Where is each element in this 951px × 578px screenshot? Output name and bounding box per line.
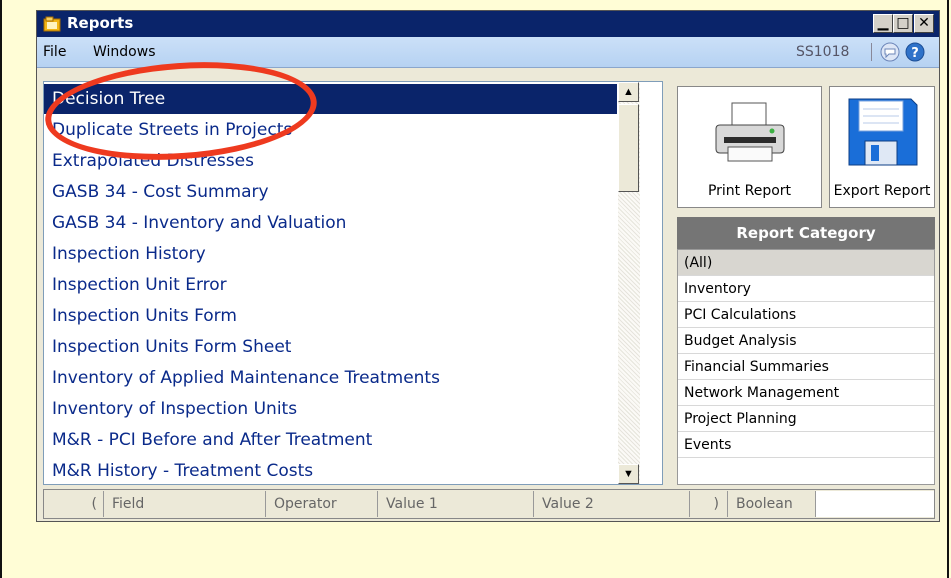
print-report-label: Print Report — [707, 183, 792, 199]
category-item-pci-calculations[interactable]: PCI Calculations — [678, 302, 934, 328]
menu-bar: File Windows SS1018 ? — [37, 37, 939, 68]
report-item-applied-maintenance[interactable]: Inventory of Applied Maintenance Treatme… — [44, 363, 617, 393]
report-item-inspection-units-form[interactable]: Inspection Units Form — [44, 301, 617, 331]
filter-bar: ( Field Operator Value 1 Value 2 ) Boole… — [43, 489, 935, 519]
report-item-inspection-unit-error[interactable]: Inspection Unit Error — [44, 270, 617, 300]
print-report-button[interactable]: Print Report — [677, 86, 822, 208]
svg-text:?: ? — [911, 46, 919, 61]
report-item-gasb-inventory[interactable]: GASB 34 - Inventory and Valuation — [44, 208, 617, 238]
menu-file[interactable]: File — [43, 44, 66, 60]
report-item-extrapolated-distresses[interactable]: Extrapolated Distresses — [44, 146, 617, 176]
folder-icon — [43, 16, 61, 32]
scroll-up-button[interactable]: ▲ — [618, 82, 639, 102]
reports-window: Reports ▁ □ ✕ File Windows SS1018 ? Deci… — [36, 10, 940, 522]
scroll-down-icon: ▼ — [623, 468, 634, 480]
report-category-list[interactable]: (All) Inventory PCI Calculations Budget … — [677, 249, 935, 485]
export-report-button[interactable]: Export Report — [829, 86, 935, 208]
report-list[interactable]: Decision Tree Duplicate Streets in Proje… — [43, 81, 663, 485]
category-item-financial-summaries[interactable]: Financial Summaries — [678, 354, 934, 380]
chat-icon[interactable] — [880, 42, 900, 62]
report-item-decision-tree[interactable]: Decision Tree — [44, 84, 617, 114]
floppy-disk-icon — [848, 98, 918, 166]
scroll-up-icon: ▲ — [623, 86, 634, 98]
report-item-mr-pci[interactable]: M&R - PCI Before and After Treatment — [44, 425, 617, 455]
filter-open-paren[interactable]: ( — [44, 491, 104, 517]
category-item-inventory[interactable]: Inventory — [678, 276, 934, 302]
filter-value-2[interactable]: Value 2 — [534, 491, 690, 517]
menu-separator — [871, 43, 872, 61]
scroll-down-button[interactable]: ▼ — [618, 464, 639, 484]
scroll-thumb[interactable] — [618, 104, 639, 192]
minimize-icon: ▁ — [877, 15, 889, 31]
category-item-all[interactable]: (All) — [678, 250, 934, 276]
report-list-scrollbar[interactable]: ▲ ▼ — [618, 82, 640, 484]
report-category-header: Report Category — [677, 217, 935, 249]
filter-value-1[interactable]: Value 1 — [378, 491, 534, 517]
menu-windows[interactable]: Windows — [93, 44, 156, 60]
minimize-button[interactable]: ▁ — [873, 14, 893, 33]
title-bar[interactable]: Reports ▁ □ ✕ — [37, 11, 939, 37]
category-item-project-planning[interactable]: Project Planning — [678, 406, 934, 432]
export-report-label: Export Report — [833, 183, 931, 199]
report-item-gasb-cost-summary[interactable]: GASB 34 - Cost Summary — [44, 177, 617, 207]
help-icon[interactable]: ? — [905, 42, 925, 62]
report-item-inventory-inspection-units[interactable]: Inventory of Inspection Units — [44, 394, 617, 424]
report-item-duplicate-streets[interactable]: Duplicate Streets in Projects — [44, 115, 617, 145]
filter-extra-cell[interactable] — [816, 491, 934, 517]
filter-close-paren[interactable]: ) — [690, 491, 728, 517]
category-item-events[interactable]: Events — [678, 432, 934, 458]
category-item-network-management[interactable]: Network Management — [678, 380, 934, 406]
report-item-inspection-units-form-sheet[interactable]: Inspection Units Form Sheet — [44, 332, 617, 362]
close-button[interactable]: ✕ — [914, 14, 934, 33]
filter-operator[interactable]: Operator — [266, 491, 378, 517]
maximize-icon: □ — [896, 15, 910, 31]
report-item-inspection-history[interactable]: Inspection History — [44, 239, 617, 269]
close-icon: ✕ — [918, 15, 930, 31]
user-code: SS1018 — [796, 44, 850, 60]
printer-icon — [715, 102, 785, 162]
category-item-budget-analysis[interactable]: Budget Analysis — [678, 328, 934, 354]
filter-field[interactable]: Field — [104, 491, 266, 517]
maximize-button[interactable]: □ — [893, 14, 913, 33]
window-title: Reports — [67, 14, 134, 32]
report-item-mr-history[interactable]: M&R History - Treatment Costs — [44, 456, 617, 484]
filter-boolean[interactable]: Boolean — [728, 491, 816, 517]
report-side-panel: Print Report Export Report Report Catego… — [669, 71, 935, 485]
